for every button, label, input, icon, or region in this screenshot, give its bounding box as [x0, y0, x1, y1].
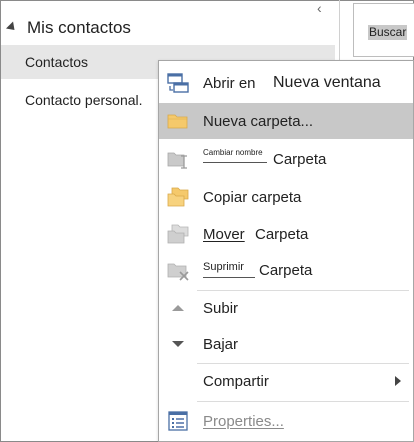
search-label: Buscar [368, 25, 408, 40]
menu-item-label: Subir [203, 299, 239, 317]
menu-item-new-folder[interactable]: Nueva carpeta... [159, 103, 413, 139]
triangle-up-icon [167, 297, 189, 319]
copy-folder-icon [167, 186, 189, 208]
menu-item-small-label: Cambiar nombre [203, 148, 263, 157]
search-box[interactable]: Buscar [353, 3, 414, 57]
triangle-down-icon [167, 333, 189, 355]
menu-item-delete-folder[interactable]: Suprimir Carpeta [159, 252, 413, 288]
menu-item-label: Compartir [203, 372, 269, 390]
menu-item-label: Abrir en [203, 74, 256, 92]
folder-item-label: Contacto personal. [25, 92, 143, 108]
menu-item-label: Bajar [203, 335, 239, 353]
collapse-caret-icon[interactable] [5, 20, 19, 34]
menu-item-label: Mover [203, 225, 245, 243]
context-menu: Abrir en Nueva ventana Nueva carpeta... … [158, 60, 414, 442]
menu-item-open-in-new-window[interactable]: Abrir en Nueva ventana [159, 65, 413, 101]
menu-item-label-secondary: Carpeta [255, 225, 309, 243]
menu-item-label: Properties... [203, 412, 284, 430]
menu-item-move-down[interactable]: Bajar [159, 326, 413, 362]
menu-item-properties[interactable]: Properties... [159, 403, 413, 439]
chevron-left-icon[interactable]: ‹ [317, 1, 325, 15]
menu-item-small-label: Suprimir [203, 261, 244, 273]
menu-item-label: Carpeta [259, 261, 313, 279]
delete-underline [203, 277, 255, 278]
new-window-icon [167, 72, 189, 94]
menu-item-rename-folder[interactable]: Cambiar nombre Carpeta [159, 141, 413, 177]
menu-item-label: Copiar carpeta [203, 188, 302, 206]
menu-item-label: Carpeta [273, 150, 327, 168]
rename-folder-icon [167, 148, 189, 170]
properties-icon [167, 410, 189, 432]
pane-header[interactable]: Mis contactos [5, 16, 131, 40]
menu-item-move-up[interactable]: Subir [159, 290, 413, 326]
rename-underline [203, 162, 267, 163]
move-folder-icon [167, 223, 189, 245]
menu-item-label: Nueva carpeta... [203, 112, 314, 130]
menu-item-share[interactable]: Compartir [159, 363, 413, 399]
delete-folder-icon [167, 259, 189, 281]
menu-separator [197, 401, 409, 402]
menu-item-move-folder[interactable]: Mover Carpeta [159, 216, 413, 252]
folder-icon [167, 110, 189, 132]
chevron-right-icon [395, 376, 401, 386]
menu-item-copy-folder[interactable]: Copiar carpeta [159, 179, 413, 215]
menu-item-label-secondary: Nueva ventana [273, 74, 381, 91]
folder-item-label: Contactos [25, 54, 89, 70]
pane-title: Mis contactos [27, 18, 131, 37]
